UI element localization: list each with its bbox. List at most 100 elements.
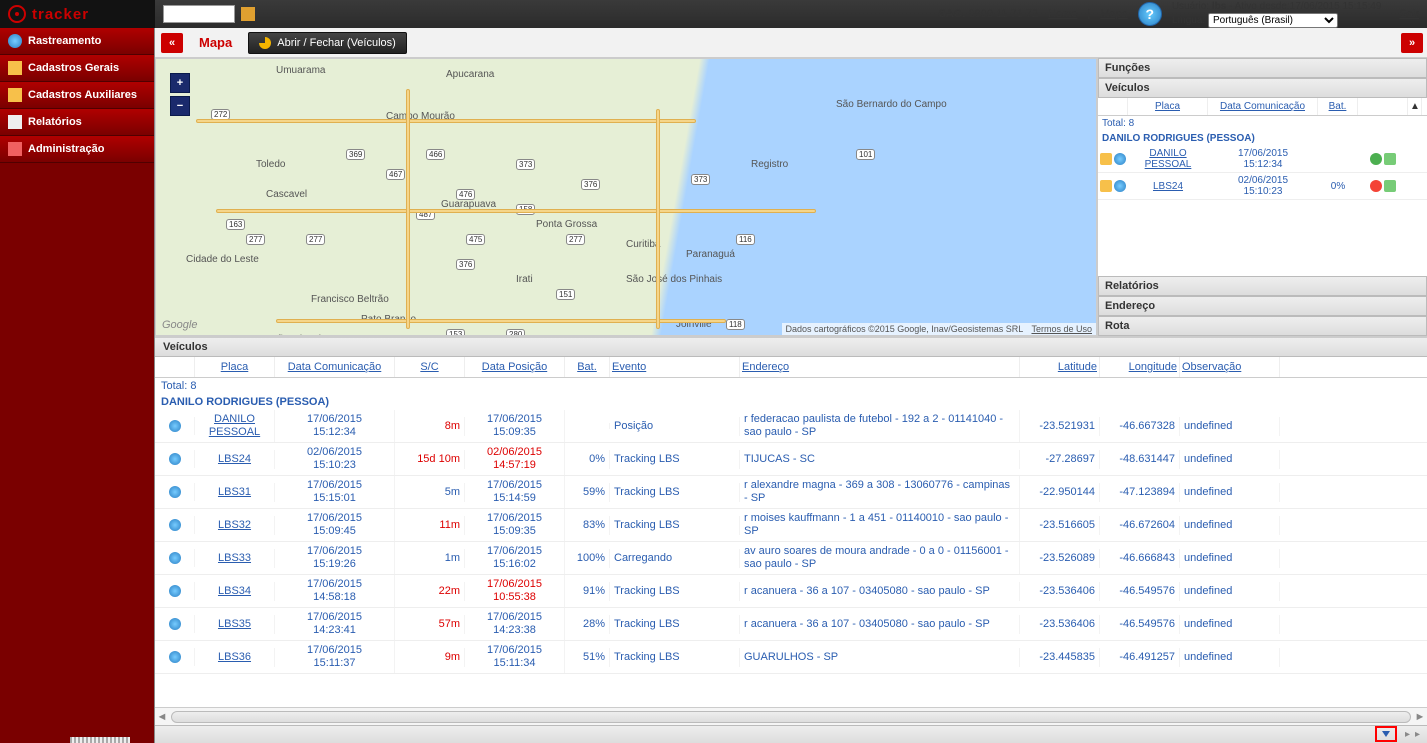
language-select[interactable]: Português (Brasil) [1208,13,1338,28]
placa-link[interactable]: LBS32 [195,516,275,535]
bottom-panel: Veículos Placa Data Comunicação S/C Data… [155,336,1427,725]
sidebar-resize-handle[interactable] [70,737,130,743]
table-row: LBS24 02/06/201515:10:23 15d 10m 02/06/2… [155,443,1427,476]
map-canvas[interactable]: UmuaramaApucaranaCampo MourãoToledoCasca… [155,58,1097,336]
cell-obs: undefined [1180,582,1280,601]
cell-evento: Tracking LBS [610,483,740,502]
placa-link[interactable]: LBS34 [195,582,275,601]
placa-link[interactable]: LBS35 [195,615,275,634]
rp-col-dc[interactable]: Data Comunicação [1208,98,1318,115]
cell-obs: undefined [1180,483,1280,502]
section-rota[interactable]: Rota [1098,316,1427,336]
scroll-track[interactable] [171,711,1411,723]
col-obs[interactable]: Observação [1180,357,1280,377]
section-endereco[interactable]: Endereço [1098,296,1427,316]
collapse-sidebar-button[interactable]: « [161,33,183,53]
footer-arrow-1[interactable]: ▸ [1405,729,1415,741]
globe-icon[interactable] [169,420,181,432]
placa-link[interactable]: LBS24 [195,450,275,469]
section-funcoes[interactable]: Funções [1098,58,1427,78]
col-evento[interactable]: Evento [610,357,740,377]
sidebar-item-4[interactable]: Administração [0,136,154,163]
search-button[interactable] [241,7,255,21]
highlighted-dropdown-button[interactable] [1375,726,1397,742]
cell-endereco: r federacao paulista de futebol - 192 a … [740,410,1020,442]
zoom-out-button[interactable]: − [170,96,190,116]
globe-icon[interactable] [1114,153,1126,165]
map-terms-link[interactable]: Termos de Uso [1031,324,1092,334]
cell-bat: 0% [565,450,610,469]
rp-placa-link[interactable]: LBS24 [1128,181,1208,192]
rp-col-placa[interactable]: Placa [1128,98,1208,115]
cell-lon: -46.549576 [1100,582,1180,601]
home-link[interactable]: Home [1048,8,1077,20]
col-lat[interactable]: Latitude [1020,357,1100,377]
section-veiculos[interactable]: Veículos [1098,78,1427,98]
section-relatorios[interactable]: Relatórios [1098,276,1427,296]
globe-icon[interactable] [169,618,181,630]
table-row: LBS31 17/06/201515:15:01 5m 17/06/201515… [155,476,1427,509]
placa-link[interactable]: DANILO PESSOAL [195,410,275,442]
placa-link[interactable]: LBS36 [195,648,275,667]
highway-shield: 151 [556,289,575,300]
col-lon[interactable]: Longitude [1100,357,1180,377]
placa-link[interactable]: LBS33 [195,549,275,568]
separator: | [1087,8,1090,20]
sidebar-item-label: Rastreamento [28,35,101,47]
col-dp[interactable]: Data Posição [465,357,565,377]
search-input[interactable] [163,5,235,23]
horizontal-scrollbar[interactable]: ◄ ► [155,707,1427,725]
zoom-in-button[interactable]: + [170,73,190,93]
cell-sc: 1m [395,549,465,568]
scroll-right-button[interactable]: ► [1413,710,1427,724]
cell-sc: 11m [395,516,465,535]
col-dc[interactable]: Data Comunicação [275,357,395,377]
rp-table-row: LBS24 02/06/201515:10:23 0% [1098,173,1427,200]
globe-icon[interactable] [169,486,181,498]
highway-shield: 369 [346,149,365,160]
col-placa[interactable]: Placa [195,357,275,377]
table-row: LBS35 17/06/201514:23:41 57m 17/06/20151… [155,608,1427,641]
help-icon[interactable]: ? [1138,2,1162,26]
col-bat[interactable]: Bat. [565,357,610,377]
folder-icon[interactable] [1100,180,1112,192]
map-attribution: Dados cartográficos ©2015 Google, Inav/G… [782,323,1096,335]
cell-lon: -46.666843 [1100,549,1180,568]
expand-panel-button[interactable]: » [1401,33,1423,53]
globe-icon[interactable] [1114,180,1126,192]
col-endereco[interactable]: Endereço [740,357,1020,377]
sidebar-item-2[interactable]: Cadastros Auxiliares [0,82,154,109]
city-label: Toledo [256,159,285,170]
lock-icon [1384,153,1396,165]
cell-evento: Tracking LBS [610,615,740,634]
highway-shield: 373 [691,174,710,185]
col-sc[interactable]: S/C [395,357,465,377]
sidebar-item-3[interactable]: Relatórios [0,109,154,136]
toggle-vehicles-button[interactable]: Abrir / Fechar (Veículos) [248,32,407,54]
globe-icon[interactable] [169,519,181,531]
globe-icon [8,34,22,48]
mapa-link[interactable]: Mapa [1100,8,1128,20]
cell-lon: -46.667328 [1100,417,1180,436]
sidebar-item-0[interactable]: Rastreamento [0,28,154,55]
footer-arrow-2[interactable]: ▸ [1415,729,1425,741]
rp-placa-link[interactable]: DANILO PESSOAL [1128,148,1208,170]
highway-shield: 101 [856,149,875,160]
globe-icon[interactable] [169,651,181,663]
cell-obs: undefined [1180,615,1280,634]
sidebar-item-1[interactable]: Cadastros Gerais [0,55,154,82]
folder-icon[interactable] [1100,153,1112,165]
cell-dc: 17/06/201515:19:26 [275,542,395,574]
cell-endereco: r moises kauffmann - 1 a 451 - 01140010 … [740,509,1020,541]
city-label: Apucarana [446,69,494,80]
cell-lat: -23.536406 [1020,615,1100,634]
rp-col-bat[interactable]: Bat. [1318,98,1358,115]
globe-icon[interactable] [169,552,181,564]
globe-icon[interactable] [169,585,181,597]
scroll-left-button[interactable]: ◄ [155,710,169,724]
globe-icon[interactable] [169,453,181,465]
cell-lon: -46.672604 [1100,516,1180,535]
logout-link[interactable]: Sair [1399,8,1419,20]
placa-link[interactable]: LBS31 [195,483,275,502]
rp-scroll-up[interactable]: ▲ [1408,98,1422,115]
